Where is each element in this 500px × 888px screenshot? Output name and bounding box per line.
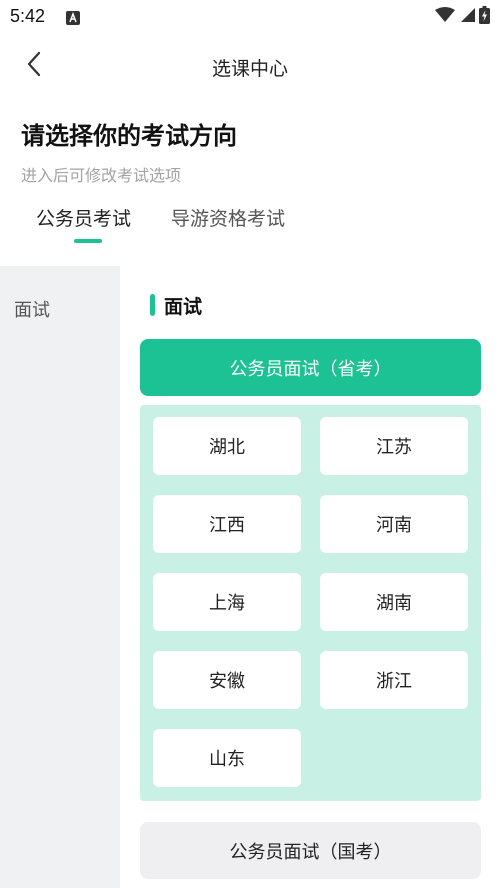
app-a-icon <box>66 10 80 25</box>
province-shanghai-button[interactable]: 上海 <box>153 573 301 631</box>
province-hunan-button[interactable]: 湖南 <box>320 573 468 631</box>
province-anhui-button[interactable]: 安徽 <box>153 651 301 709</box>
section-accent-bar <box>150 294 155 316</box>
battery-charging-icon <box>479 6 490 28</box>
exam-tabs: 公务员考试 导游资格考试 <box>0 198 500 248</box>
sidebar-item-interview[interactable]: 面试 <box>14 296 50 322</box>
tab-active-indicator <box>74 239 102 243</box>
main-content: 面试 公务员面试（省考） 湖北 江苏 江西 河南 上海 湖南 安徽 浙江 山东 … <box>120 266 500 888</box>
nav-bar: 选课中心 <box>0 34 500 98</box>
province-panel: 湖北 江苏 江西 河南 上海 湖南 安徽 浙江 山东 <box>140 405 481 801</box>
category-provincial-interview[interactable]: 公务员面试（省考） <box>140 339 481 396</box>
exam-direction-subheading: 进入后可修改考试选项 <box>21 166 182 185</box>
category-sidebar: 面试 <box>0 266 120 888</box>
section-title: 面试 <box>164 296 203 318</box>
status-bar: 5:42 <box>0 0 500 34</box>
province-henan-button[interactable]: 河南 <box>320 495 468 553</box>
exam-direction-heading: 请选择你的考试方向 <box>21 122 237 150</box>
category-national-interview[interactable]: 公务员面试（国考） <box>140 822 481 879</box>
signal-icon <box>459 7 475 27</box>
province-jiangsu-button[interactable]: 江苏 <box>320 417 468 475</box>
page-title: 选课中心 <box>211 58 288 80</box>
province-hubei-button[interactable]: 湖北 <box>153 417 301 475</box>
tab-civil-servant-exam[interactable]: 公务员考试 <box>36 204 131 231</box>
wifi-icon <box>435 7 455 27</box>
province-zhejiang-button[interactable]: 浙江 <box>320 651 468 709</box>
status-time: 5:42 <box>10 6 46 26</box>
province-jiangxi-button[interactable]: 江西 <box>153 495 301 553</box>
province-shandong-button[interactable]: 山东 <box>153 729 301 787</box>
tab-tour-guide-exam[interactable]: 导游资格考试 <box>171 204 285 231</box>
